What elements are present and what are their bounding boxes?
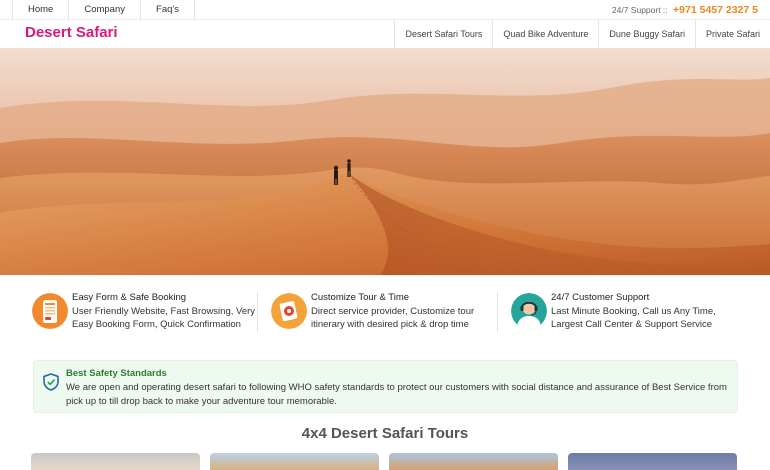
nav-dune-buggy-safari[interactable]: Dune Buggy Safari (598, 20, 695, 48)
main-nav: Desert Safari Tours Quad Bike Adventure … (394, 20, 770, 48)
feature-title: 24/7 Customer Support (551, 292, 650, 303)
feature-desc: User Friendly Website, Fast Browsing, Ve… (72, 306, 256, 330)
feature-desc: Direct service provider, Customize tour … (311, 306, 475, 330)
hero-desert-image (0, 48, 770, 275)
tour-card-image[interactable] (31, 453, 200, 470)
feature-easy-booking: Easy Form & Safe Booking User Friendly W… (32, 285, 257, 335)
top-nav-home[interactable]: Home (12, 0, 70, 20)
feature-divider (257, 292, 258, 332)
hero-banner (0, 48, 770, 275)
feature-customer-support: 24/7 Customer Support Last Minute Bookin… (511, 285, 736, 335)
site-header: Desert Safari Desert Safari Tours Quad B… (0, 20, 770, 48)
tour-cards (0, 453, 770, 470)
customize-tour-icon (271, 293, 307, 329)
safety-desc: We are open and operating desert safari … (66, 382, 727, 407)
top-nav-faqs[interactable]: Faq's (141, 0, 195, 20)
support-agent-icon (511, 293, 547, 329)
support-label: 24/7 Support :: (611, 5, 668, 15)
safety-title: Best Safety Standards (66, 368, 167, 379)
feature-customize-tour: Customize Tour & Time Direct service pro… (271, 285, 496, 335)
top-nav-company[interactable]: Company (69, 0, 142, 20)
feature-divider (497, 292, 498, 332)
feature-title: Easy Form & Safe Booking (72, 292, 187, 303)
features-row: Easy Form & Safe Booking User Friendly W… (0, 285, 770, 340)
site-logo[interactable]: Desert Safari (25, 24, 118, 41)
top-nav: Home Company Faq's (12, 0, 195, 20)
tour-card-image[interactable] (210, 453, 379, 470)
phone-form-icon (32, 293, 68, 329)
feature-desc: Last Minute Booking, Call us Any Time, L… (551, 306, 716, 330)
top-bar: Home Company Faq's 24/7 Support :: +971 … (0, 0, 770, 20)
nav-private-safari[interactable]: Private Safari (694, 20, 770, 48)
feature-title: Customize Tour & Time (311, 292, 410, 303)
tour-card-image[interactable] (389, 453, 558, 470)
nav-desert-safari-tours[interactable]: Desert Safari Tours (394, 20, 492, 48)
support-info: 24/7 Support :: +971 5457 2327 5 (612, 0, 758, 20)
section-title: 4x4 Desert Safari Tours (301, 425, 469, 442)
nav-quad-bike-adventure[interactable]: Quad Bike Adventure (492, 20, 598, 48)
support-phone-link[interactable]: +971 5457 2327 5 (673, 4, 758, 16)
safety-notice: Best Safety Standards We are open and op… (33, 360, 738, 413)
shield-check-icon (43, 373, 59, 391)
tour-card-image[interactable] (568, 453, 737, 470)
